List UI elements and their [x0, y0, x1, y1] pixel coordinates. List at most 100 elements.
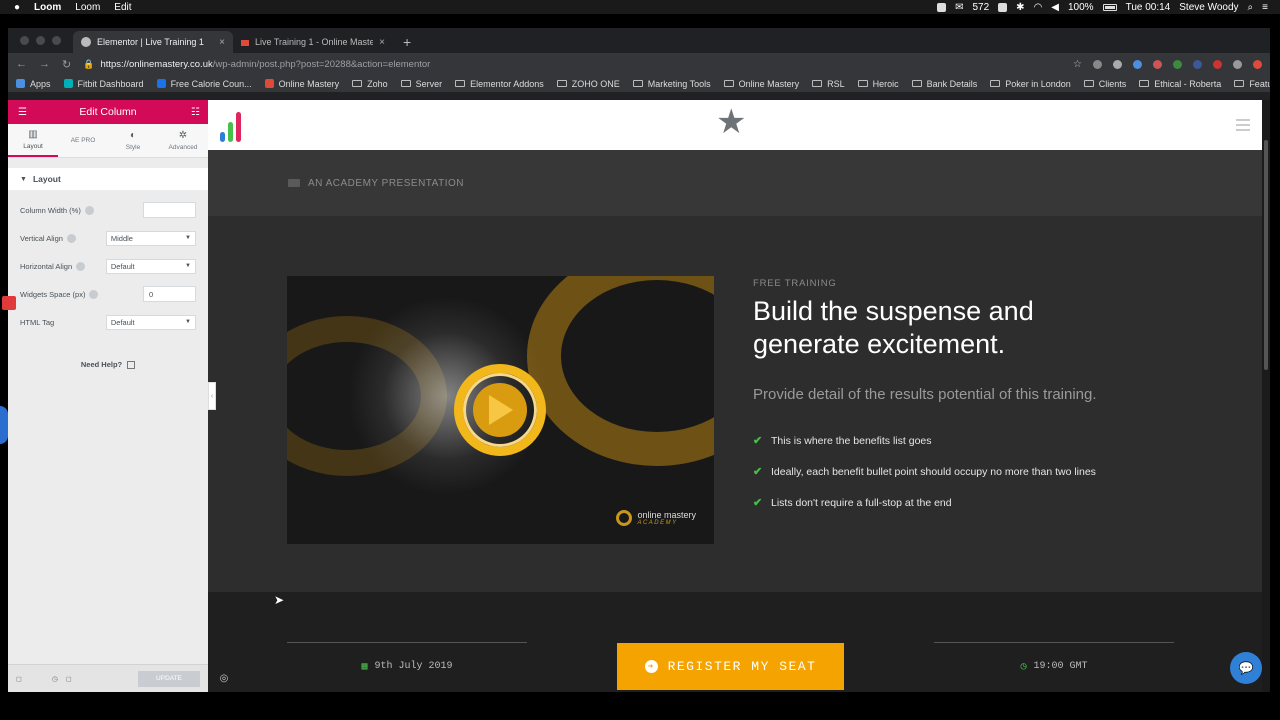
help-label: Need Help?	[80, 360, 123, 369]
tab-close-icon[interactable]: ×	[219, 37, 225, 48]
responsive-mode-icon[interactable]: ◻	[66, 675, 72, 683]
bookmark-label: Fitbit Dashboard	[77, 78, 144, 89]
bookmark-apps[interactable]: Apps	[16, 79, 51, 89]
tab-ae-pro[interactable]: AE PRO	[58, 124, 108, 157]
back-icon[interactable]: ←	[16, 58, 27, 70]
widgets-space-input[interactable]: 0	[143, 286, 196, 302]
tab-close-icon[interactable]: ×	[379, 37, 385, 48]
play-button[interactable]	[454, 364, 546, 456]
address-bar[interactable]: 🔒 https://onlinemastery.co.uk/wp-admin/p…	[83, 56, 1061, 72]
close-window-button[interactable]	[20, 36, 29, 45]
extension-icon[interactable]	[1233, 59, 1242, 69]
bookmark-calorie[interactable]: Free Calorie Coun...	[156, 79, 252, 89]
responsive-icon[interactable]	[89, 289, 99, 299]
battery-icon[interactable]	[1102, 3, 1117, 11]
bookmark-zoho-one[interactable]: ZOHO ONE	[556, 79, 620, 89]
video-player[interactable]: online mastery ACADEMY	[287, 276, 714, 544]
bookmark-clients[interactable]: Clients	[1083, 79, 1126, 89]
folder-icon	[1139, 80, 1150, 87]
reload-icon[interactable]: ↻	[62, 58, 71, 71]
hamburger-menu-icon[interactable]: ☰	[18, 107, 27, 118]
wifi-icon[interactable]: ◠	[1034, 2, 1043, 13]
settings-icon[interactable]: ◻	[16, 675, 22, 683]
apple-icon[interactable]: ●	[14, 2, 20, 13]
column-width-input[interactable]	[143, 202, 196, 218]
user-name[interactable]: Steve Woody	[1179, 2, 1238, 13]
update-button[interactable]: UPDATE	[138, 670, 200, 687]
page-scrollbar[interactable]	[1262, 100, 1270, 692]
bluetooth-icon[interactable]: ✱	[1016, 2, 1024, 13]
minimize-window-button[interactable]	[36, 36, 45, 45]
responsive-icon[interactable]	[66, 233, 76, 243]
html-tag-select[interactable]: Default ▼	[105, 314, 196, 330]
register-button[interactable]: ➜ REGISTER MY SEAT	[617, 643, 844, 690]
bookmark-elementor-addons[interactable]: Elementor Addons	[455, 79, 544, 89]
site-logo[interactable]	[220, 108, 241, 142]
menubar-item-loom[interactable]: Loom	[75, 2, 100, 13]
bookmark-label: Server	[415, 78, 443, 89]
responsive-icon[interactable]	[84, 205, 94, 215]
elementor-panel: ☰ Edit Column ☷ ▥ Layout AE PRO ◐ Style ✲ A…	[2, 100, 208, 692]
menubar-item-edit[interactable]: Edit	[114, 2, 131, 13]
extension-icon[interactable]	[1173, 59, 1182, 69]
extension-icon[interactable]	[1213, 59, 1222, 69]
folder-icon	[632, 80, 643, 87]
horizontal-align-select[interactable]: Default ▼	[105, 258, 196, 274]
extension-icon[interactable]	[998, 2, 1008, 12]
bookmark-marketing-tools[interactable]: Marketing Tools	[632, 79, 711, 89]
bookmark-online-mastery-folder[interactable]: Online Mastery	[723, 79, 799, 89]
loom-record-icon[interactable]	[2, 296, 16, 310]
maximize-window-button[interactable]	[52, 36, 61, 45]
tab-live-training[interactable]: Live Training 1 - Online Master ×	[233, 31, 393, 53]
need-help-link[interactable]: Need Help?	[8, 360, 208, 369]
hamburger-menu-icon[interactable]	[1236, 119, 1250, 134]
menubar-app-name[interactable]: Loom	[34, 2, 61, 13]
bookmark-fitbit[interactable]: Fitbit Dashboard	[63, 78, 144, 89]
browser-toolbar: ← → ↻ 🔒 https://onlinemastery.co.uk/wp-a…	[8, 53, 1270, 75]
tab-label: Layout	[23, 142, 43, 150]
extension-icon[interactable]	[1153, 59, 1162, 69]
widgets-grid-icon[interactable]: ☷	[191, 107, 200, 118]
volume-icon[interactable]: ◀	[1051, 2, 1059, 13]
control-label: Vertical Align	[20, 233, 63, 243]
vertical-align-select[interactable]: Middle ▼	[105, 230, 196, 246]
profile-avatar[interactable]	[1253, 59, 1262, 69]
tab-advanced[interactable]: ✲ Advanced	[158, 124, 208, 157]
tab-layout[interactable]: ▥ Layout	[8, 124, 58, 157]
extension-icon[interactable]	[1193, 59, 1202, 69]
history-icon[interactable]: ◷	[52, 675, 58, 683]
bookmark-heroic[interactable]: Heroic	[857, 79, 899, 89]
status-icon[interactable]	[937, 2, 947, 12]
bookmark-label: Featured In	[1249, 78, 1270, 89]
folder-icon	[990, 80, 1001, 87]
bookmark-star-icon[interactable]: ☆	[1073, 59, 1082, 70]
new-tab-button[interactable]: +	[393, 34, 421, 53]
panel-collapse-button[interactable]: ‹	[208, 382, 216, 410]
tab-elementor[interactable]: Elementor | Live Training 1 ×	[73, 31, 233, 53]
section-layout-toggle[interactable]: ▼ Layout	[8, 168, 208, 190]
extensions: ☆	[1073, 59, 1262, 70]
control-center-icon[interactable]: ≡	[1262, 2, 1268, 13]
responsive-icon[interactable]	[76, 261, 86, 271]
bookmark-featured-in[interactable]: Featured In	[1234, 79, 1270, 89]
mail-icon[interactable]: ✉	[955, 2, 963, 13]
forward-icon[interactable]: →	[39, 58, 50, 70]
bookmark-ethical[interactable]: Ethical - Roberta	[1139, 79, 1221, 89]
bookmark-server[interactable]: Server	[400, 78, 443, 89]
bookmark-poker[interactable]: Poker in London	[990, 79, 1071, 89]
extension-camera-icon[interactable]	[1093, 59, 1102, 69]
extension-icon[interactable]	[1133, 59, 1142, 69]
panel-header: ☰ Edit Column ☷	[8, 100, 208, 124]
bookmark-rsl[interactable]: RSL	[812, 79, 845, 89]
apps-grid-icon	[16, 79, 25, 88]
bookmark-zoho[interactable]: Zoho	[352, 79, 388, 89]
chat-bubble-icon[interactable]: 💬	[1230, 652, 1262, 684]
tab-style[interactable]: ◐ Style	[108, 124, 158, 157]
bookmark-bank-details[interactable]: Bank Details	[911, 79, 977, 89]
spotlight-search-icon[interactable]: ⌕	[1248, 2, 1254, 13]
clock[interactable]: Tue 00:14	[1126, 2, 1171, 13]
extension-icon[interactable]	[1113, 59, 1122, 69]
bookmark-online-mastery[interactable]: Online Mastery	[264, 79, 339, 89]
eye-toggle-icon[interactable]: ◎	[214, 670, 234, 686]
loom-bubble-icon[interactable]	[0, 406, 8, 444]
